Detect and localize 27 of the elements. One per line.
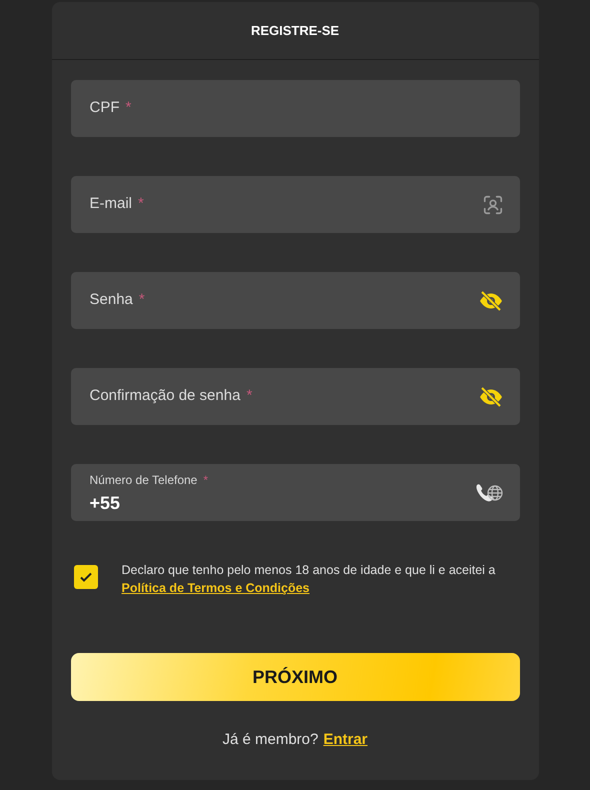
required-mark: * <box>203 472 208 488</box>
input-field[interactable]: Número de Telefone * +55 <box>70 464 520 521</box>
panel-title: REGISTRE-SE <box>250 22 340 40</box>
member-prompt: Já é membro? <box>222 730 318 750</box>
field-label: Confirmação de senha <box>90 386 240 406</box>
required-mark: * <box>246 386 252 406</box>
input-field[interactable]: Confirmação de senha * <box>70 368 520 425</box>
required-mark: * <box>126 98 132 118</box>
field-label: CPF <box>90 98 120 118</box>
input-field[interactable]: CPF * <box>70 80 520 137</box>
phone-globe-icon <box>474 482 504 504</box>
field-label: Número de Telefone <box>90 472 198 488</box>
face-scan-icon <box>482 194 504 216</box>
field-label: Senha <box>90 290 133 310</box>
field-value: +55 <box>90 492 120 514</box>
input-field[interactable]: E-mail * <box>70 176 520 233</box>
hide-password-icon[interactable] <box>478 386 504 408</box>
agree-checkbox[interactable] <box>74 565 98 589</box>
field-label: E-mail <box>90 194 132 214</box>
required-mark: * <box>138 194 144 214</box>
input-field[interactable]: Senha * <box>70 272 520 329</box>
login-link[interactable]: Entrar <box>323 729 368 752</box>
required-mark: * <box>138 290 145 310</box>
next-button[interactable]: PRÓXIMO <box>70 653 520 701</box>
hide-password-icon[interactable] <box>478 290 504 312</box>
agreement-text: Declaro que tenho pelo menos 18 anos de idade e que li e aceitei a Política de Termos e Condições <box>122 562 496 597</box>
terms-link[interactable]: Política de Termos e Condições <box>122 581 310 595</box>
